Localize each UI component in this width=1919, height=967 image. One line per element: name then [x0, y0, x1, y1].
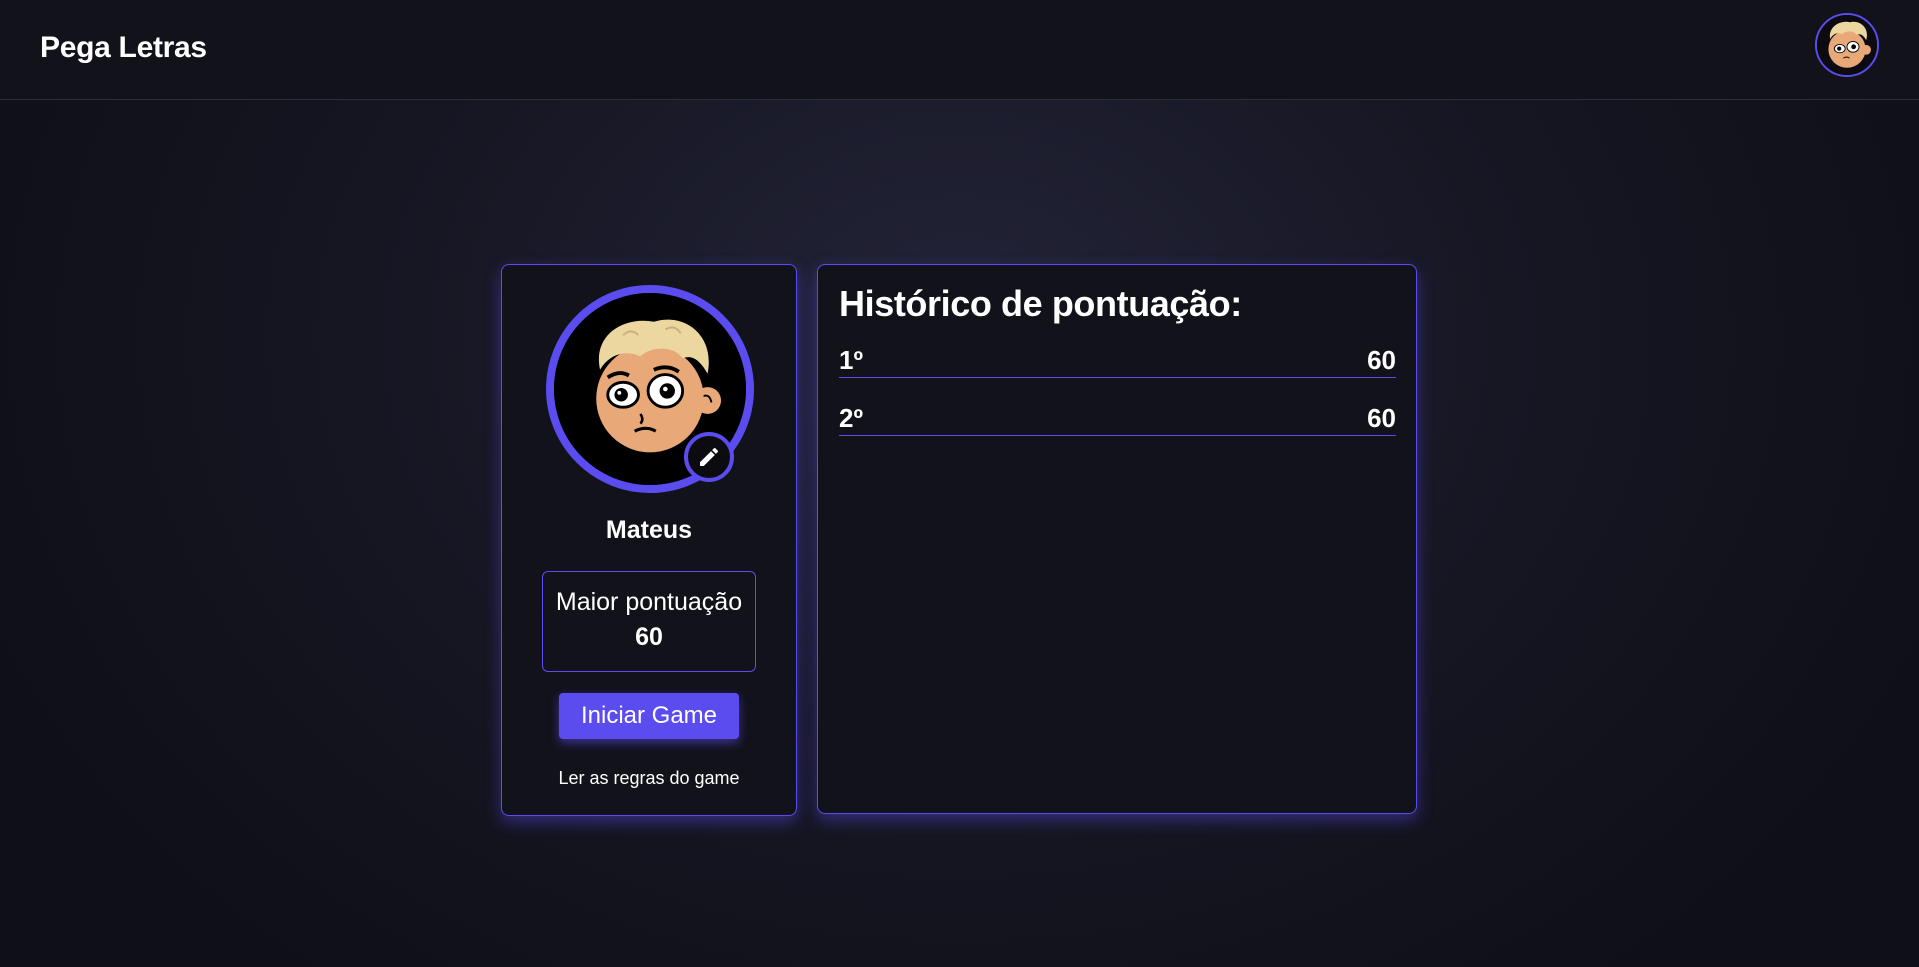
- edit-avatar-button[interactable]: [684, 432, 734, 482]
- cartoon-avatar-icon: [1817, 15, 1877, 75]
- profile-avatar: [546, 285, 754, 493]
- history-list: 1º 60 2º 60: [839, 343, 1396, 459]
- history-rank: 1º: [839, 344, 863, 375]
- top-bar: Pega Letras: [0, 0, 1919, 100]
- history-title: Histórico de pontuação:: [839, 283, 1242, 324]
- pencil-icon: [700, 447, 719, 466]
- user-avatar-button[interactable]: [1815, 13, 1879, 77]
- history-score: 60: [1367, 402, 1396, 433]
- app-title: Pega Letras: [40, 31, 207, 64]
- start-game-button[interactable]: Iniciar Game: [559, 693, 739, 739]
- history-row: 2º 60: [839, 401, 1396, 436]
- history-rank: 2º: [839, 402, 863, 433]
- best-score-label: Maior pontuação: [555, 588, 743, 616]
- username: Mateus: [605, 516, 693, 544]
- profile-card: Mateus Maior pontuação 60 Iniciar Game L…: [501, 264, 797, 816]
- history-score: 60: [1367, 344, 1396, 375]
- rules-link[interactable]: Ler as regras do game: [502, 768, 796, 789]
- best-score-box: Maior pontuação 60: [542, 571, 756, 672]
- best-score-value: 60: [635, 623, 663, 651]
- score-history-card: Histórico de pontuação: 1º 60 2º 60: [817, 264, 1417, 814]
- history-row: 1º 60: [839, 343, 1396, 378]
